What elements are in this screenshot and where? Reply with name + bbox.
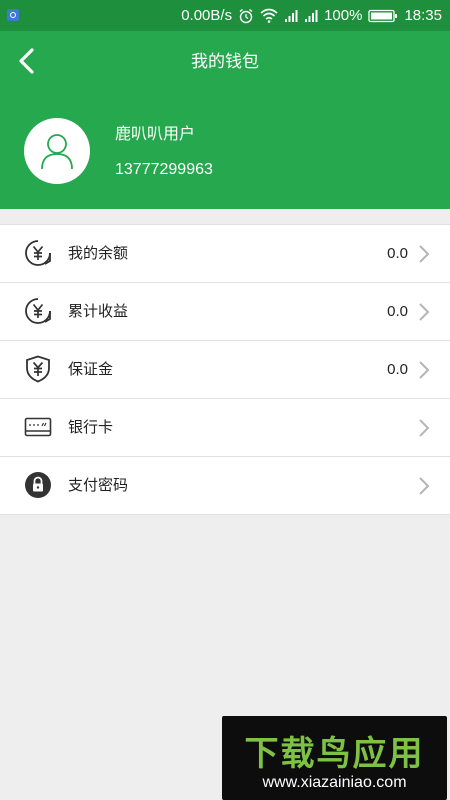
- menu-item-pay-password[interactable]: 支付密码: [0, 457, 450, 515]
- app-notification-icon: [7, 9, 19, 21]
- battery-icon: [368, 9, 398, 22]
- avatar[interactable]: [24, 118, 90, 184]
- watermark-title: 下载鸟应用: [244, 734, 425, 774]
- wallet-header: 我的钱包 鹿叭叭用户 13777299963: [0, 31, 450, 209]
- menu-item-label: 银行卡: [68, 418, 114, 436]
- page-title: 我的钱包: [191, 52, 259, 72]
- yuan-shield-icon: [24, 355, 52, 383]
- status-bar-right: 0.00B/s 100% 18:35: [181, 0, 442, 31]
- menu-item-label: 累计收益: [68, 302, 129, 320]
- wallet-menu: 我的余额 0.0 累计收益 0.0 保证金 0.0 银行卡 支付密码: [0, 224, 450, 515]
- lock-icon: [24, 471, 52, 499]
- watermark-url: www.xiazainiao.com: [262, 774, 407, 791]
- wifi-icon: [260, 8, 278, 23]
- chevron-right-icon: [419, 245, 430, 263]
- signal-icon: [285, 9, 298, 22]
- clock: 18:35: [404, 7, 442, 24]
- menu-item-label: 支付密码: [68, 476, 129, 494]
- back-button[interactable]: [10, 43, 42, 79]
- watermark-banner: 下载鸟应用 www.xiazainiao.com: [222, 716, 447, 800]
- user-name: 鹿叭叭用户: [115, 124, 196, 143]
- chevron-right-icon: [419, 477, 430, 495]
- menu-item-value: 0.0: [387, 245, 408, 262]
- user-phone: 13777299963: [115, 161, 213, 178]
- user-avatar-icon: [41, 134, 73, 170]
- chevron-right-icon: [419, 303, 430, 321]
- bank-card-icon: [24, 413, 52, 441]
- menu-item-value: 0.0: [387, 361, 408, 378]
- menu-item-label: 我的余额: [68, 244, 129, 262]
- menu-item-bank-card[interactable]: 银行卡: [0, 399, 450, 457]
- net-speed: 0.00B/s: [181, 7, 233, 24]
- chevron-right-icon: [419, 361, 430, 379]
- yuan-coin-icon: [24, 239, 52, 267]
- yuan-coin-icon: [24, 297, 52, 325]
- menu-item-balance[interactable]: 我的余额 0.0: [0, 225, 450, 283]
- menu-item-earnings[interactable]: 累计收益 0.0: [0, 283, 450, 341]
- menu-item-value: 0.0: [387, 303, 408, 320]
- status-bar: 0.00B/s 100% 18:35: [0, 0, 450, 31]
- alarm-icon: [239, 8, 253, 23]
- signal-icon: [305, 9, 318, 22]
- chevron-right-icon: [419, 419, 430, 437]
- menu-item-label: 保证金: [68, 360, 114, 378]
- back-arrow-icon: [19, 48, 34, 74]
- battery-percent: 100%: [324, 7, 363, 24]
- menu-item-deposit[interactable]: 保证金 0.0: [0, 341, 450, 399]
- wallet-screen: 0.00B/s 100% 18:35 我的钱包 鹿叭叭用户 1377729996…: [0, 0, 450, 800]
